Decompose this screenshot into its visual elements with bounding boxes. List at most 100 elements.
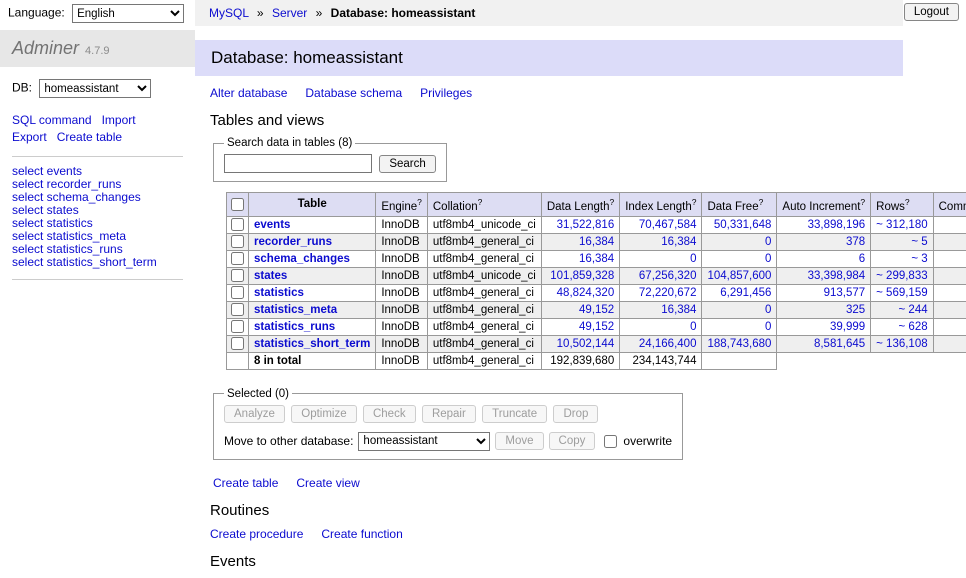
main-content: Database: homeassistant Alter databaseDa… bbox=[195, 26, 903, 578]
check-button[interactable]: Check bbox=[363, 405, 416, 423]
repair-button[interactable]: Repair bbox=[422, 405, 476, 423]
footer-collation: utf8mb4_general_ci bbox=[427, 352, 541, 369]
column-header-rows: Rows? bbox=[871, 193, 933, 217]
cell-data-length: 49,152 bbox=[541, 318, 619, 335]
table-link[interactable]: recorder_runs bbox=[254, 236, 332, 248]
sidebar-link-create-table[interactable]: Create table bbox=[57, 130, 122, 144]
row-check-cell bbox=[227, 284, 249, 301]
cell-data-length: 16,384 bbox=[541, 233, 619, 250]
cell-engine: InnoDB bbox=[376, 267, 428, 284]
table-link[interactable]: statistics_short_term bbox=[254, 338, 370, 350]
language-zone: Language: English bbox=[0, 0, 195, 26]
routine-link[interactable]: Create procedure bbox=[210, 527, 303, 541]
create-link[interactable]: Create view bbox=[296, 476, 359, 490]
cell-data-length: 48,824,320 bbox=[541, 284, 619, 301]
sidebar-link-import[interactable]: Import bbox=[102, 113, 136, 127]
sidebar-link-export[interactable]: Export bbox=[12, 130, 47, 144]
cell-comment bbox=[933, 216, 966, 233]
db-label: DB: bbox=[12, 81, 32, 95]
row-check-cell bbox=[227, 216, 249, 233]
search-legend: Search data in tables (8) bbox=[224, 137, 355, 149]
cell-data-free: 0 bbox=[702, 233, 777, 250]
truncate-button[interactable]: Truncate bbox=[482, 405, 547, 423]
row-checkbox[interactable] bbox=[231, 235, 244, 248]
cell-comment bbox=[933, 267, 966, 284]
cell-engine: InnoDB bbox=[376, 233, 428, 250]
row-checkbox[interactable] bbox=[231, 269, 244, 282]
cell-index-length: 16,384 bbox=[620, 233, 702, 250]
cell-index-length: 67,256,320 bbox=[620, 267, 702, 284]
routine-link[interactable]: Create function bbox=[321, 527, 402, 541]
cell-table-name: recorder_runs bbox=[249, 233, 376, 250]
row-checkbox[interactable] bbox=[231, 337, 244, 350]
move-database-select[interactable]: homeassistant bbox=[358, 432, 490, 451]
breadcrumb-current: Database: homeassistant bbox=[331, 6, 476, 20]
selected-legend: Selected (0) bbox=[224, 388, 292, 400]
cell-data-length: 49,152 bbox=[541, 301, 619, 318]
routines-heading: Routines bbox=[210, 502, 903, 519]
search-input[interactable] bbox=[224, 154, 372, 173]
move-button[interactable]: Move bbox=[495, 432, 543, 450]
table-link[interactable]: statistics bbox=[254, 287, 304, 299]
cell-rows: ~ 569,159 bbox=[871, 284, 933, 301]
table-link[interactable]: statistics_meta bbox=[254, 304, 337, 316]
search-button[interactable]: Search bbox=[379, 155, 435, 173]
logout-button[interactable]: Logout bbox=[904, 3, 959, 21]
column-header-data-length: Data Length? bbox=[541, 193, 619, 217]
cell-data-length: 16,384 bbox=[541, 250, 619, 267]
breadcrumb-link-mysql[interactable]: MySQL bbox=[209, 6, 249, 20]
column-header-data-free: Data Free? bbox=[702, 193, 777, 217]
table-row: statesInnoDButf8mb4_unicode_ci101,859,32… bbox=[227, 267, 966, 284]
overwrite-checkbox[interactable] bbox=[604, 435, 617, 448]
tables-heading: Tables and views bbox=[210, 112, 903, 129]
table-row: schema_changesInnoDButf8mb4_general_ci16… bbox=[227, 250, 966, 267]
cell-data-free: 188,743,680 bbox=[702, 335, 777, 352]
database-action-link[interactable]: Database schema bbox=[305, 86, 402, 100]
row-checkbox[interactable] bbox=[231, 218, 244, 231]
create-link[interactable]: Create table bbox=[213, 476, 278, 490]
language-select[interactable]: English bbox=[72, 4, 184, 23]
cell-auto-increment: 325 bbox=[777, 301, 871, 318]
app-version: 4.7.9 bbox=[85, 45, 109, 57]
cell-data-free: 0 bbox=[702, 318, 777, 335]
select-all-checkbox[interactable] bbox=[231, 198, 244, 211]
analyze-button[interactable]: Analyze bbox=[224, 405, 285, 423]
table-link[interactable]: states bbox=[254, 270, 287, 282]
table-link[interactable]: schema_changes bbox=[254, 253, 350, 265]
select-all-cell bbox=[227, 193, 249, 217]
cell-engine: InnoDB bbox=[376, 335, 428, 352]
table-link[interactable]: events bbox=[254, 219, 290, 231]
cell-collation: utf8mb4_general_ci bbox=[427, 318, 541, 335]
row-check-cell bbox=[227, 335, 249, 352]
cell-collation: utf8mb4_general_ci bbox=[427, 250, 541, 267]
row-checkbox[interactable] bbox=[231, 320, 244, 333]
cell-index-length: 0 bbox=[620, 250, 702, 267]
column-header-auto-increment: Auto Increment? bbox=[777, 193, 871, 217]
row-checkbox[interactable] bbox=[231, 303, 244, 316]
table-row: statistics_short_term InnoDButf8mb4_gener… bbox=[227, 335, 966, 352]
breadcrumb-link-server[interactable]: Server bbox=[272, 6, 307, 20]
cell-collation: utf8mb4_general_ci bbox=[427, 335, 541, 352]
cell-collation: utf8mb4_general_ci bbox=[427, 233, 541, 250]
row-checkbox[interactable] bbox=[231, 286, 244, 299]
table-link[interactable]: statistics_runs bbox=[254, 321, 335, 333]
database-action-link[interactable]: Privileges bbox=[420, 86, 472, 100]
move-row: Move to other database: homeassistant Mo… bbox=[224, 432, 672, 451]
copy-button[interactable]: Copy bbox=[549, 432, 596, 450]
selected-buttons: Analyze Optimize Check Repair Truncate D… bbox=[224, 405, 672, 423]
cell-table-name: states bbox=[249, 267, 376, 284]
db-select[interactable]: homeassistant bbox=[39, 79, 151, 98]
database-action-link[interactable]: Alter database bbox=[210, 86, 287, 100]
row-checkbox[interactable] bbox=[231, 252, 244, 265]
logout-zone: Logout bbox=[903, 0, 966, 26]
sidebar-link-sql-command[interactable]: SQL command bbox=[12, 113, 92, 127]
cell-table-name: statistics_short_term bbox=[249, 335, 376, 352]
cell-engine: InnoDB bbox=[376, 216, 428, 233]
create-links: Create table Create view bbox=[213, 476, 903, 490]
cell-comment bbox=[933, 301, 966, 318]
cell-table-name: statistics bbox=[249, 284, 376, 301]
sidebar-table-link[interactable]: select statistics_short_term bbox=[12, 256, 183, 269]
cell-auto-increment: 33,898,196 bbox=[777, 216, 871, 233]
optimize-button[interactable]: Optimize bbox=[291, 405, 356, 423]
drop-button[interactable]: Drop bbox=[553, 405, 598, 423]
